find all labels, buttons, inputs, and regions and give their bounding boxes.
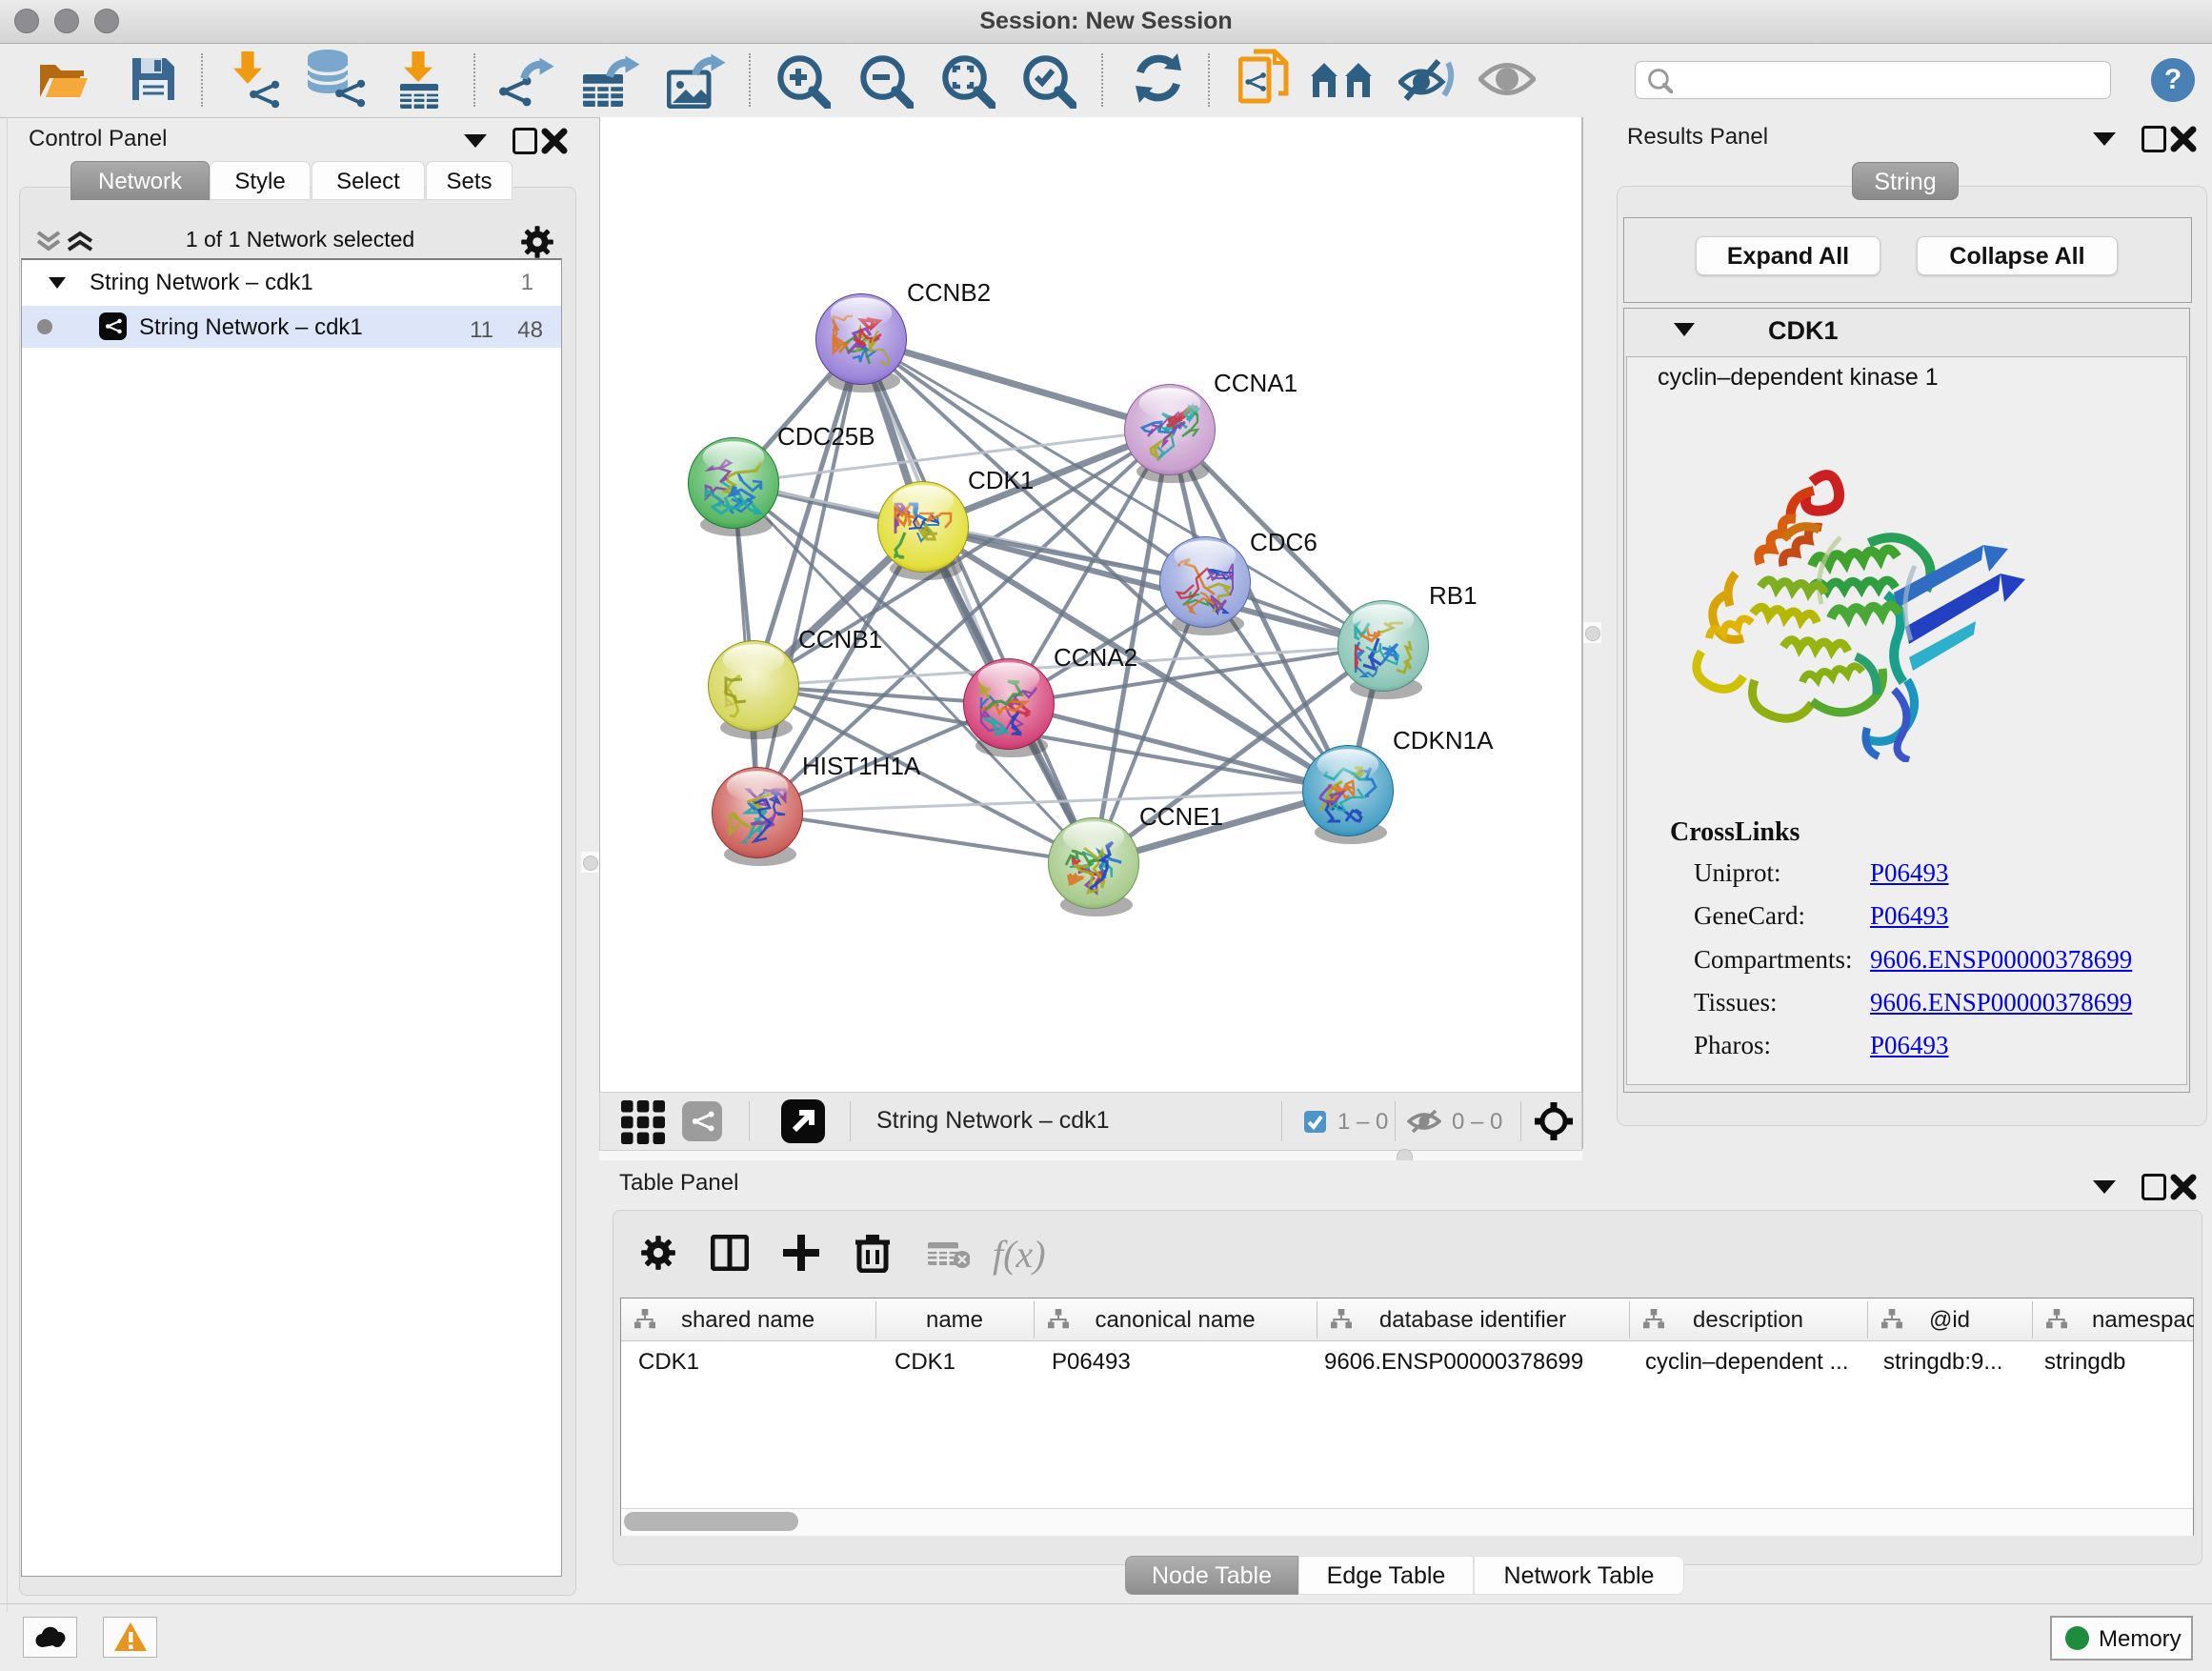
svg-text:CCNE1: CCNE1 — [1139, 802, 1223, 831]
svg-text:CCNA2: CCNA2 — [1054, 643, 1137, 672]
svg-text:CCNB2: CCNB2 — [907, 278, 991, 307]
svg-text:CCNB1: CCNB1 — [798, 625, 882, 654]
svg-text:CDKN1A: CDKN1A — [1393, 726, 1494, 755]
svg-text:CDK1: CDK1 — [968, 466, 1034, 494]
svg-text:HIST1H1A: HIST1H1A — [802, 752, 921, 780]
svg-text:CDC25B: CDC25B — [777, 422, 875, 451]
svg-text:CDC6: CDC6 — [1250, 528, 1317, 556]
svg-text:CCNA1: CCNA1 — [1214, 369, 1297, 397]
svg-text:RB1: RB1 — [1429, 581, 1478, 610]
